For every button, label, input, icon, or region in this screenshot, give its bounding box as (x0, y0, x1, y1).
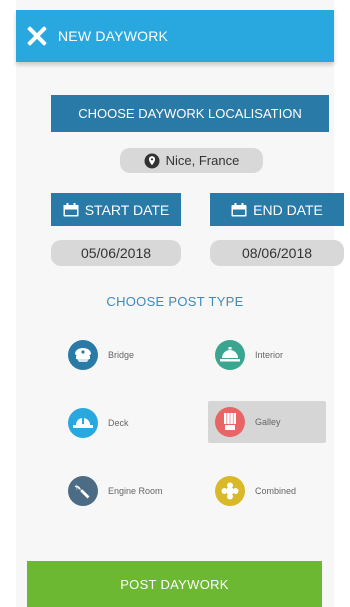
hard-hat-icon (68, 408, 98, 438)
wrench-icon (68, 476, 98, 506)
calendar-icon (63, 202, 79, 216)
start-date-value[interactable]: 05/06/2018 (51, 240, 181, 266)
chef-hat-icon (215, 407, 245, 437)
location-value: Nice, France (165, 153, 240, 168)
choose-location-button[interactable]: CHOOSE DAYWORK LOCALISATION (51, 95, 329, 132)
combined-icon (215, 476, 245, 506)
end-date-button[interactable]: END DATE (210, 193, 344, 226)
post-type-title: CHOOSE POST TYPE (106, 294, 244, 309)
post-daywork-button[interactable]: POST DAYWORK (27, 561, 322, 607)
location-pill[interactable]: Nice, France (120, 148, 263, 173)
post-type-label: Deck (108, 418, 129, 428)
start-date-button[interactable]: START DATE (51, 193, 181, 226)
post-type-interior[interactable]: Interior (208, 337, 318, 373)
location-pin-icon (144, 153, 160, 168)
post-type-bridge[interactable]: Bridge (61, 337, 171, 373)
post-type-galley[interactable]: Galley (208, 401, 326, 443)
start-date-label: START DATE (84, 201, 170, 218)
close-icon[interactable] (26, 25, 48, 47)
right-margin (334, 0, 350, 607)
post-type-label: Interior (255, 350, 284, 360)
post-type-engine-room[interactable]: Engine Room (61, 473, 191, 509)
post-type-label: Galley (255, 417, 281, 427)
post-type-label: Bridge (108, 350, 135, 360)
app-header: NEW DAYWORK (16, 10, 334, 62)
left-margin (0, 0, 16, 607)
header-title: NEW DAYWORK (58, 28, 169, 44)
app-screen: NEW DAYWORK CHOOSE DAYWORK LOCALISATION … (16, 0, 344, 607)
post-type-label: Engine Room (108, 486, 163, 496)
post-type-deck[interactable]: Deck (61, 405, 171, 441)
end-date-value[interactable]: 08/06/2018 (210, 240, 344, 266)
post-type-combined[interactable]: Combined (208, 473, 328, 509)
captain-hat-icon (68, 340, 98, 370)
post-type-label: Combined (255, 486, 297, 496)
calendar-icon (231, 202, 247, 216)
service-bell-icon (215, 340, 245, 370)
end-date-label: END DATE (253, 201, 323, 218)
